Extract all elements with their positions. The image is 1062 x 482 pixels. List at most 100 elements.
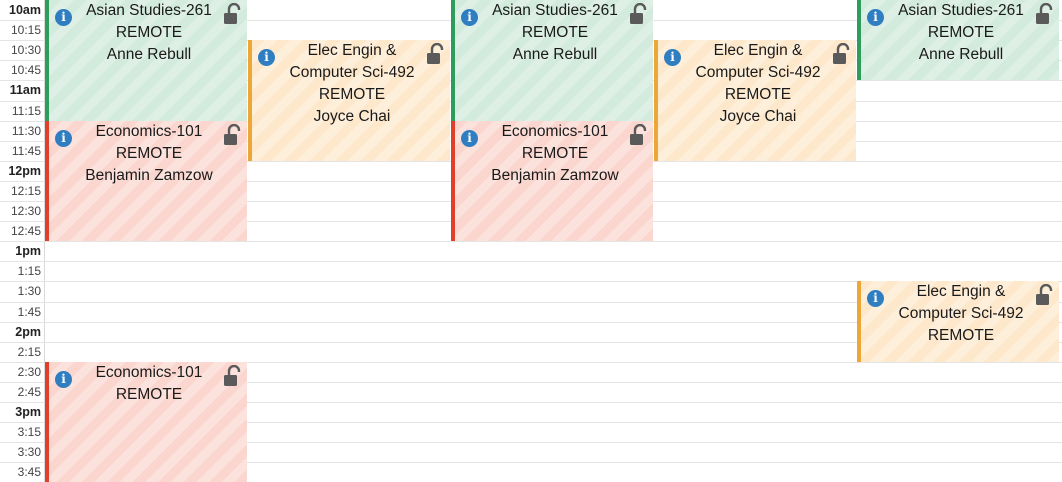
time-label: 12pm [8,163,41,178]
course-name: Economics-101 [95,363,203,381]
info-icon[interactable]: i [461,129,478,147]
time-label: 10:15 [10,23,41,38]
time-label: 10am [9,3,41,17]
info-icon[interactable]: i [867,290,884,308]
event-line: Anne Rebull [918,46,1004,63]
time-grid-line [0,160,45,162]
location-label: REMOTE [115,144,183,162]
info-icon[interactable]: i [867,9,884,26]
event-line: Benjamin Zamzow [491,166,619,184]
time-grid-line [0,140,45,142]
event-block-asian[interactable]: i Asian Studies-261 REMOTE Anne Rebull [857,0,1059,81]
time-grid-line [0,80,45,82]
course-name: Economics-101 [95,122,203,140]
location-label: REMOTE [927,24,995,41]
time-label: 3pm [15,405,41,419]
course-name: Economics-101 [501,122,609,140]
time-grid-line [0,201,45,202]
time-label: 3:45 [17,465,41,480]
info-icon[interactable]: i [55,9,72,26]
time-label: 12:15 [10,183,41,198]
time-grid-line [0,100,45,102]
event-details: Elec Engin & Computer Sci-492 REMOTE Joyce … [682,40,834,128]
event-details: Elec Engin & Computer Sci-492 REMOTE Joyce … [276,40,428,128]
event-line: Computer Sci-492 [289,64,415,82]
weekly-schedule: 10am 10:15 10:30 10:45 11am 11:15 11:30 11:45 12… [0,0,1062,482]
time-grid-line [0,442,45,444]
time-grid-line [0,321,45,323]
unlocked-padlock-icon[interactable] [426,43,446,65]
time-grid-line [0,361,45,363]
info-icon[interactable]: i [55,370,72,388]
unlocked-padlock-icon[interactable] [1035,2,1055,25]
grid-line [45,241,1062,243]
unlocked-padlock-icon[interactable] [223,123,243,146]
course-name: Elec Engin & [307,42,397,60]
time-label: 1:45 [17,304,41,319]
time-label: 3:30 [17,445,41,460]
event-line: Joyce Chai [719,108,797,126]
event-block-asian[interactable]: i Asian Studies-261 REMOTE Anne Rebull [45,0,247,121]
time-label: 3:15 [17,425,41,440]
course-name: Elec Engin & [713,42,803,60]
event-line: Benjamin Zamzow [85,166,213,184]
info-icon[interactable]: i [664,49,681,67]
time-label: 11:45 [11,143,41,158]
time-label: 1:15 [17,264,41,279]
unlocked-padlock-icon[interactable] [1035,284,1055,306]
unlocked-padlock-icon[interactable] [223,364,243,387]
time-grid-line [0,241,45,243]
event-details: Economics-101 REMOTE Benjamin Zamzow [73,121,225,187]
time-grid-line [0,221,45,223]
course-name: Asian Studies-261 [492,2,618,19]
course-name: Elec Engin & [916,283,1006,301]
event-details: Asian Studies-261 REMOTE Anne Rebull [885,0,1037,66]
event-details: Economics-101 REMOTE [73,362,225,406]
info-icon[interactable]: i [258,49,275,67]
time-label: 12:30 [10,204,41,218]
event-block-econ[interactable]: i Economics-101 REMOTE [45,361,247,482]
time-label: 1pm [15,244,41,259]
time-label: 11:30 [11,123,41,138]
event-details: Asian Studies-261 REMOTE Anne Rebull [479,0,631,66]
event-block-asian[interactable]: i Asian Studies-261 REMOTE Anne Rebull [451,0,653,121]
event-line: Anne Rebull [106,46,192,63]
event-line: Joyce Chai [313,108,391,126]
time-grid-line [0,281,45,283]
time-grid-line [0,261,45,263]
event-block-elec[interactable]: i Elec Engin & Computer Sci-492 REMOTE Joyce… [248,40,450,161]
time-grid-line [0,422,45,424]
event-block-econ[interactable]: i Economics-101 REMOTE Benjamin Zamzow [451,120,653,242]
time-grid-line [0,60,45,62]
time-grid-line [0,341,45,343]
unlocked-padlock-icon[interactable] [832,43,852,65]
location-label: REMOTE [724,86,792,104]
event-line: Anne Rebull [512,46,598,63]
time-label: 2:30 [17,364,41,379]
unlocked-padlock-icon[interactable] [629,2,649,25]
location-label: REMOTE [318,86,386,104]
location-label: REMOTE [521,24,589,41]
info-icon[interactable]: i [55,129,72,147]
time-grid-line [0,381,45,383]
unlocked-padlock-icon[interactable] [629,123,649,146]
unlocked-padlock-icon[interactable] [223,2,243,25]
location-label: REMOTE [115,24,183,41]
event-line: Computer Sci-492 [695,64,821,82]
event-block-econ[interactable]: i Economics-101 REMOTE Benjamin Zamzow [45,120,247,242]
event-block-elec[interactable]: i Elec Engin & Computer Sci-492 REMOTE Joyce… [654,40,856,161]
location-label: REMOTE [115,385,183,403]
event-line: Computer Sci-492 [898,305,1024,323]
event-details: Economics-101 REMOTE Benjamin Zamzow [479,121,631,187]
event-block-elec[interactable]: i Elec Engin & Computer Sci-492 REMOTE [857,281,1059,362]
time-label: 11:15 [11,103,41,118]
info-icon[interactable]: i [461,9,478,26]
time-label: 10:30 [10,43,41,58]
time-label: 12:45 [10,224,41,239]
time-grid-line [0,20,45,22]
time-grid-line [0,120,45,122]
time-label: 10:45 [10,63,41,78]
event-details: Asian Studies-261 REMOTE Anne Rebull [73,0,225,66]
time-grid-line [0,301,45,303]
time-label: 2:45 [17,384,41,399]
